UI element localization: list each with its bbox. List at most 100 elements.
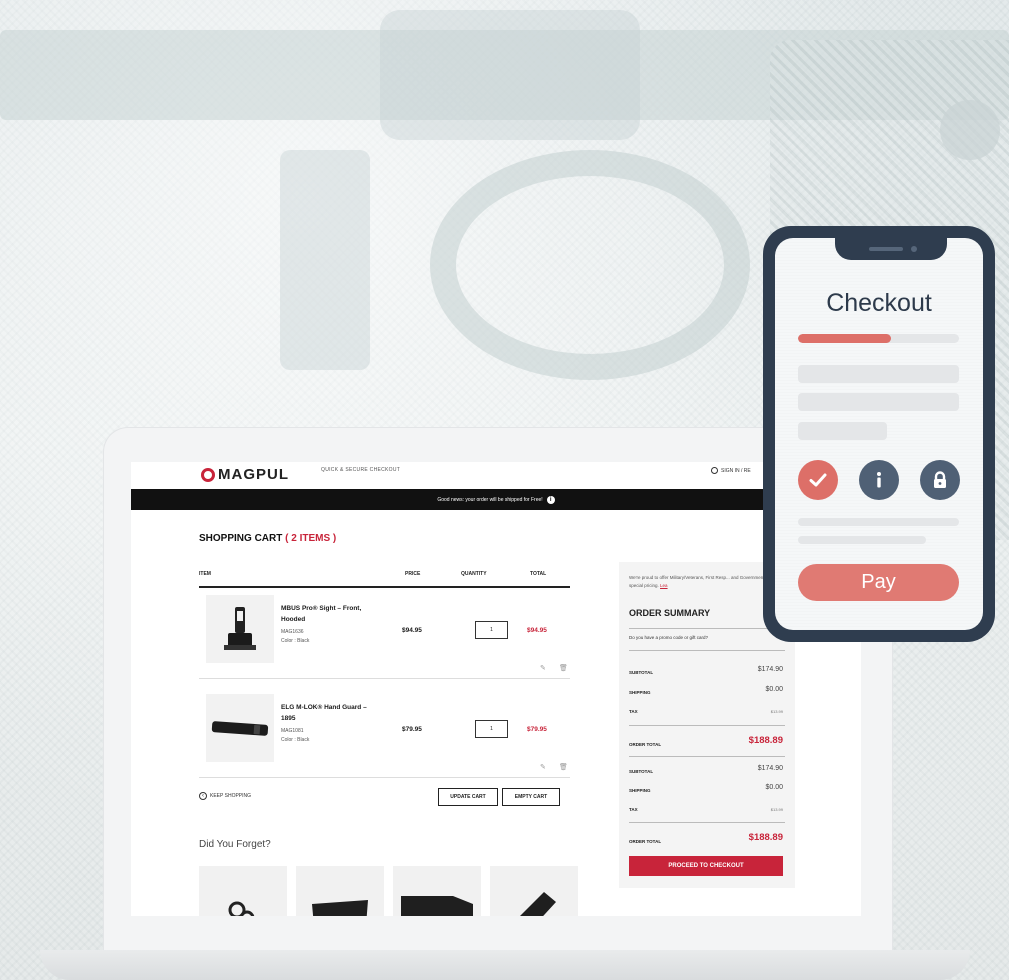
order-total-label: ORDER TOTAL bbox=[629, 839, 662, 844]
tax-label: TAX bbox=[629, 807, 638, 812]
form-field-placeholder[interactable] bbox=[798, 365, 959, 383]
magpul-logo-icon bbox=[201, 467, 215, 482]
form-field-placeholder[interactable] bbox=[798, 422, 887, 440]
handguard-product-icon bbox=[211, 721, 269, 736]
promo-text: Good news: your order will be shipped fo… bbox=[437, 496, 543, 503]
tax-value: $13.99 bbox=[770, 807, 783, 812]
tax-label: TAX bbox=[629, 709, 638, 714]
product-color: Color : Black bbox=[281, 737, 310, 743]
tax-value: $13.99 bbox=[770, 709, 783, 714]
phone-checkout-title: Checkout bbox=[826, 289, 932, 317]
user-icon bbox=[711, 467, 718, 474]
stock-part-icon bbox=[401, 896, 473, 916]
product-image[interactable] bbox=[206, 595, 274, 663]
bg-trigger-shape bbox=[280, 150, 370, 370]
order-total-label: ORDER TOTAL bbox=[629, 742, 662, 747]
column-header-total: TOTAL bbox=[530, 571, 547, 577]
recommended-product[interactable] bbox=[393, 866, 481, 916]
column-header-price: PRICE bbox=[405, 571, 421, 577]
edit-icon[interactable]: ✎ bbox=[540, 763, 546, 771]
product-name[interactable]: ELG M-LOK® Hand Guard – 1895 bbox=[281, 702, 381, 724]
form-field-placeholder[interactable] bbox=[798, 393, 959, 411]
update-cart-button[interactable]: UPDATE CART bbox=[438, 788, 498, 806]
cart-title-text: SHOPPING CART bbox=[199, 533, 283, 544]
recommended-product[interactable] bbox=[199, 866, 287, 916]
sling-swivel-icon bbox=[228, 901, 255, 916]
check-icon[interactable] bbox=[798, 460, 838, 500]
subtotal-label: SUBTOTAL bbox=[629, 769, 654, 774]
camera-dot bbox=[911, 246, 917, 252]
product-sku: MAG1081 bbox=[281, 728, 304, 734]
magazine-part-icon bbox=[520, 892, 556, 916]
cart-row: MBUS Pro® Sight – Front, Hooded MAG1636 … bbox=[199, 587, 570, 679]
bg-trigger-guard-shape bbox=[430, 150, 750, 380]
edit-icon[interactable]: ✎ bbox=[540, 664, 546, 672]
text-line-placeholder bbox=[798, 518, 959, 526]
bg-screw-shape bbox=[940, 100, 1000, 160]
grip-part-icon bbox=[312, 900, 368, 916]
learn-more-link[interactable]: Lea bbox=[660, 583, 668, 588]
column-header-item: ITEM bbox=[199, 571, 211, 577]
divider bbox=[629, 725, 785, 726]
site-header: MAGPUL QUICK & SECURE CHECKOUT SIGN IN /… bbox=[131, 462, 861, 488]
magpul-logo[interactable]: MAGPUL bbox=[201, 466, 289, 483]
did-you-forget-heading: Did You Forget? bbox=[199, 839, 271, 850]
trash-icon[interactable]: 🗑 bbox=[559, 664, 568, 672]
shipping-value: $0.00 bbox=[765, 686, 783, 693]
shipping-label: SHIPPING bbox=[629, 690, 651, 695]
divider bbox=[629, 756, 785, 757]
logo-text: MAGPUL bbox=[218, 466, 289, 483]
keep-shopping-label: KEEP SHOPPING bbox=[210, 793, 252, 799]
trash-icon[interactable]: 🗑 bbox=[559, 763, 568, 771]
cart-title: SHOPPING CART ( 2 ITEMS ) bbox=[199, 533, 336, 544]
info-glyph bbox=[877, 472, 881, 488]
order-total-value: $188.89 bbox=[748, 832, 783, 843]
info-icon[interactable]: i bbox=[546, 495, 555, 504]
quantity-input[interactable]: 1 bbox=[475, 720, 508, 738]
lock-icon[interactable] bbox=[920, 460, 960, 500]
speaker-grill bbox=[869, 247, 903, 251]
info-icon[interactable] bbox=[859, 460, 899, 500]
shipping-label: SHIPPING bbox=[629, 788, 651, 793]
laptop-screen: MAGPUL QUICK & SECURE CHECKOUT SIGN IN /… bbox=[131, 462, 861, 916]
product-image[interactable] bbox=[206, 694, 274, 762]
empty-cart-button[interactable]: EMPTY CART bbox=[502, 788, 560, 806]
subtotal-value: $174.90 bbox=[757, 666, 783, 673]
bg-hammer-shape bbox=[380, 10, 640, 140]
check-glyph bbox=[809, 473, 827, 487]
checkout-progress-fill bbox=[798, 334, 892, 343]
divider bbox=[629, 650, 785, 651]
pay-button[interactable]: Pay bbox=[798, 564, 959, 601]
signin-label: SIGN IN / RE bbox=[721, 467, 751, 474]
checkout-tagline: QUICK & SECURE CHECKOUT bbox=[321, 467, 401, 473]
sight-product-icon bbox=[224, 607, 256, 650]
text-line-placeholder bbox=[798, 536, 926, 544]
product-sku: MAG1636 bbox=[281, 629, 304, 635]
product-price: $79.95 bbox=[402, 726, 422, 733]
laptop-base bbox=[40, 950, 970, 980]
quantity-input[interactable]: 1 bbox=[475, 621, 508, 639]
subtotal-value: $174.90 bbox=[757, 765, 783, 772]
order-summary-title: ORDER SUMMARY bbox=[629, 608, 711, 618]
keep-shopping-link[interactable]: ‹ KEEP SHOPPING bbox=[199, 792, 251, 800]
signin-link[interactable]: SIGN IN / RE bbox=[711, 467, 751, 474]
subtotal-label: SUBTOTAL bbox=[629, 670, 654, 675]
promo-code-toggle[interactable]: Do you have a promo code or gift card? bbox=[629, 635, 708, 640]
order-total-value: $188.89 bbox=[748, 735, 783, 746]
line-total: $79.95 bbox=[527, 726, 547, 733]
shipping-value: $0.00 bbox=[765, 784, 783, 791]
divider bbox=[629, 628, 785, 629]
phone-frame: Checkout Pay bbox=[763, 226, 995, 642]
proceed-to-checkout-button[interactable]: PROCEED TO CHECKOUT bbox=[629, 856, 783, 876]
column-header-quantity: QUANTITY bbox=[461, 571, 487, 577]
cart-row: ELG M-LOK® Hand Guard – 1895 MAG1081 Col… bbox=[199, 686, 570, 778]
divider bbox=[629, 822, 785, 823]
line-total: $94.95 bbox=[527, 627, 547, 634]
recommended-product[interactable] bbox=[490, 866, 578, 916]
product-price: $94.95 bbox=[402, 627, 422, 634]
arrow-left-icon: ‹ bbox=[199, 792, 207, 800]
product-name[interactable]: MBUS Pro® Sight – Front, Hooded bbox=[281, 603, 381, 625]
checkout-progress-bar bbox=[798, 334, 959, 343]
phone-notch bbox=[835, 238, 947, 260]
recommended-product[interactable] bbox=[296, 866, 384, 916]
